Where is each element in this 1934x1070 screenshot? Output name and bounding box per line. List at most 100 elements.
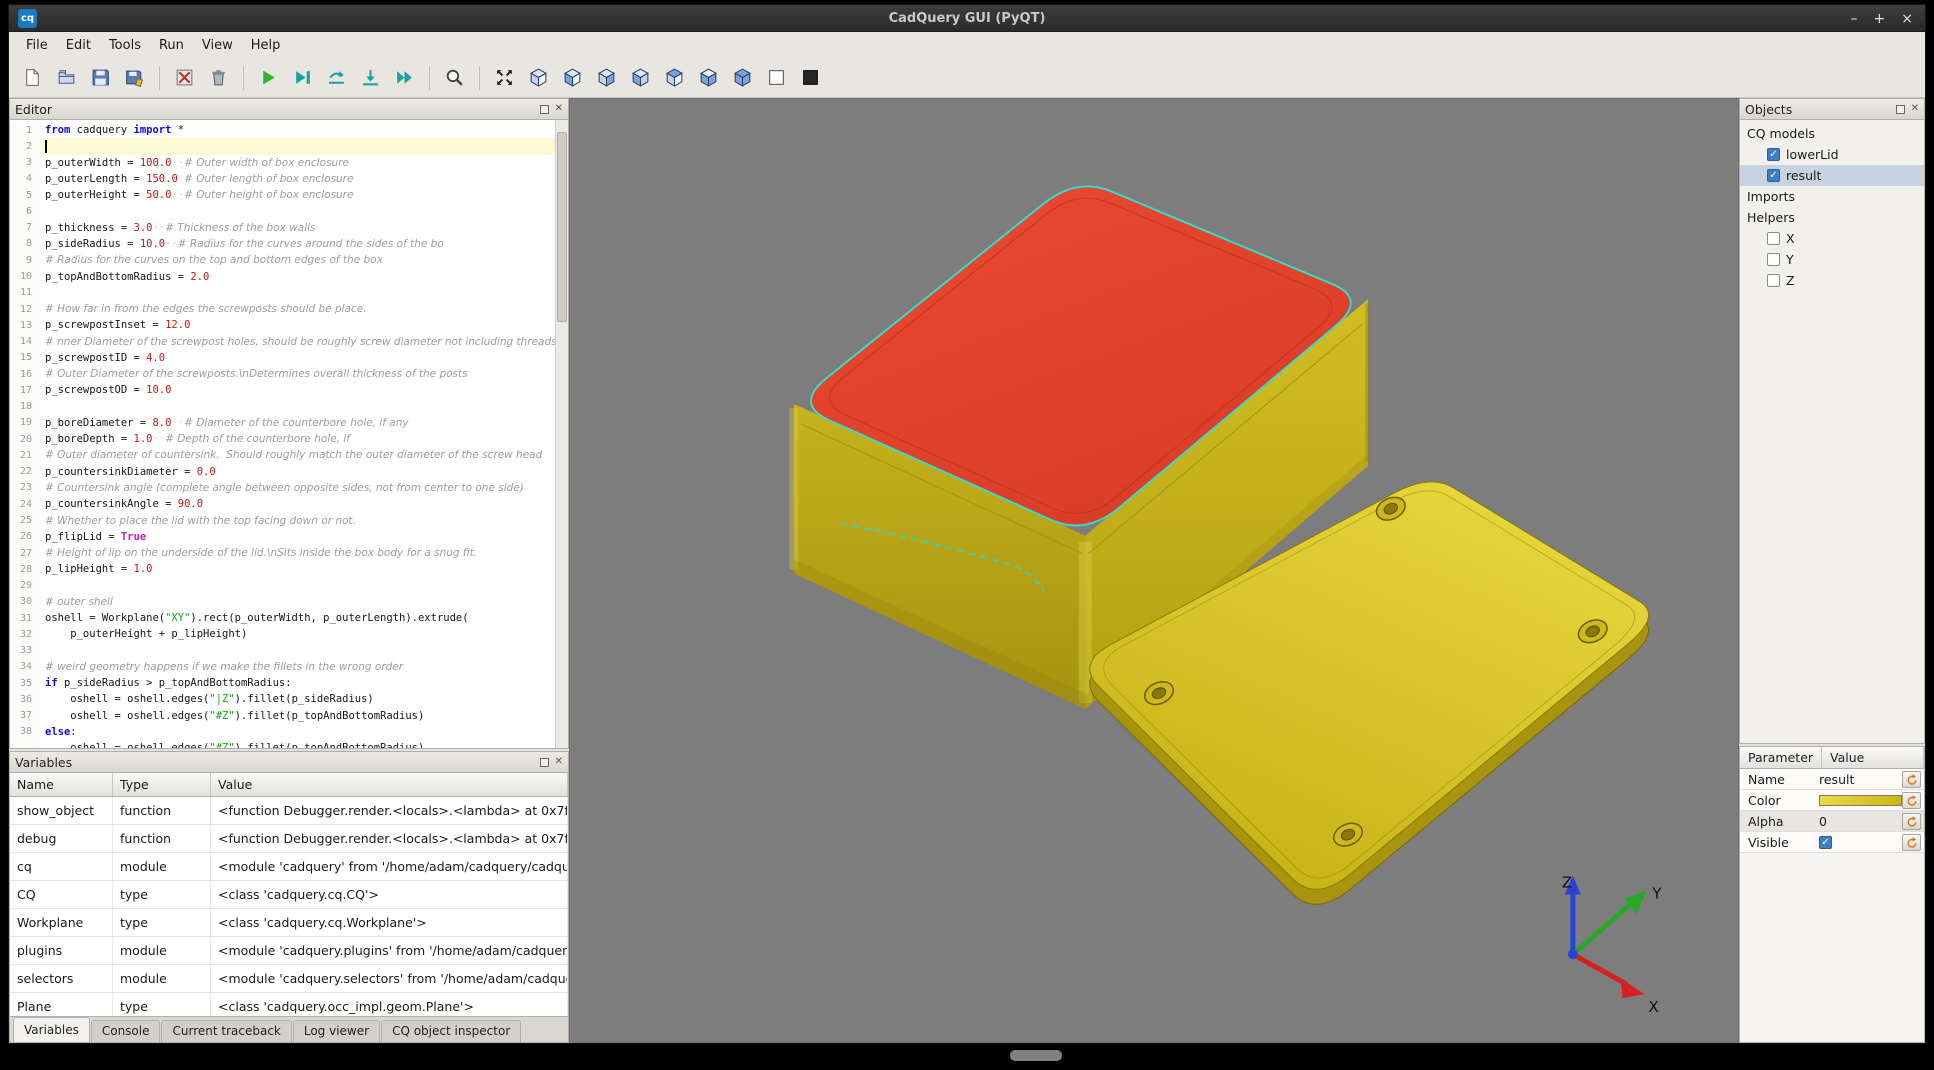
variable-row[interactable]: selectorsmodule<module 'cadquery.selecto… <box>10 965 568 993</box>
maximize-button[interactable]: + <box>1874 12 1886 26</box>
column-header-value[interactable]: Value <box>211 773 568 796</box>
code-line[interactable]: 30# outer shell <box>10 594 555 610</box>
editor-scrollbar[interactable] <box>555 120 568 748</box>
zoom-button[interactable] <box>439 63 470 93</box>
viewport-canvas[interactable]: Z Y X <box>570 99 1738 1042</box>
code-line[interactable]: 2 <box>10 138 555 154</box>
menu-item-tools[interactable]: Tools <box>100 34 150 57</box>
variable-row[interactable]: Workplanetype<class 'cadquery.cq.Workpla… <box>10 909 568 937</box>
code-line[interactable]: 1from cadquery import * <box>10 122 555 138</box>
menu-item-view[interactable]: View <box>193 34 242 57</box>
view-left-button[interactable] <box>625 63 656 93</box>
tree-item-imports[interactable]: Imports <box>1740 186 1924 207</box>
variable-row[interactable]: CQtype<class 'cadquery.cq.CQ'> <box>10 881 568 909</box>
code-line[interactable]: 3p_outerWidth = 100.0··# Outer width of … <box>10 155 555 171</box>
code-line[interactable]: 23# Countersink angle (complete angle be… <box>10 480 555 496</box>
code-line[interactable]: 20p_boreDepth = 1.0··# Depth of the coun… <box>10 431 555 447</box>
code-line[interactable]: 11 <box>10 285 555 301</box>
new-file-button[interactable] <box>17 63 48 93</box>
float-panel-icon[interactable] <box>1896 105 1905 114</box>
save-button[interactable] <box>85 63 116 93</box>
view-top-button[interactable] <box>659 63 690 93</box>
variable-row[interactable]: Planetype<class 'cadquery.occ_impl.geom.… <box>10 993 568 1016</box>
open-file-button[interactable] <box>51 63 82 93</box>
code-line[interactable]: oshell = oshell.edges("#Z").fillet(p_top… <box>10 740 555 748</box>
code-line[interactable]: 13p_screwpostInset = 12.0 <box>10 317 555 333</box>
visibility-checkbox[interactable] <box>1767 274 1780 287</box>
debug-button[interactable] <box>287 63 318 93</box>
code-line[interactable]: 28p_lipHeight = 1.0 <box>10 561 555 577</box>
code-line[interactable]: 25# Whether to place the lid with the to… <box>10 512 555 528</box>
reset-button[interactable] <box>1902 813 1921 830</box>
variable-row[interactable]: cqmodule<module 'cadquery' from '/home/a… <box>10 853 568 881</box>
view-iso-back-button[interactable] <box>727 63 758 93</box>
code-line[interactable]: 19p_boreDiameter = 8.0··# Diameter of th… <box>10 415 555 431</box>
view-right-button[interactable] <box>591 63 622 93</box>
code-line[interactable]: 24p_countersinkAngle = 90.0 <box>10 496 555 512</box>
menu-item-help[interactable]: Help <box>242 34 290 57</box>
float-panel-icon[interactable] <box>540 105 549 114</box>
code-line[interactable]: 16# Outer Diameter of the screwposts.\nD… <box>10 366 555 382</box>
menu-item-file[interactable]: File <box>17 34 57 57</box>
continue-button[interactable] <box>389 63 420 93</box>
code-editor[interactable]: 1from cadquery import *23p_outerWidth = … <box>10 120 568 748</box>
visibility-checkbox[interactable] <box>1767 232 1780 245</box>
tab-cq-object-inspector[interactable]: CQ object inspector <box>381 1020 521 1042</box>
step-into-button[interactable] <box>355 63 386 93</box>
tab-current-traceback[interactable]: Current traceback <box>161 1020 291 1042</box>
display-shaded-button[interactable] <box>795 63 826 93</box>
code-line[interactable]: 6 <box>10 203 555 219</box>
view-bottom-button[interactable] <box>693 63 724 93</box>
variable-row[interactable]: pluginsmodule<module 'cadquery.plugins' … <box>10 937 568 965</box>
fit-all-button[interactable] <box>489 63 520 93</box>
tab-variables[interactable]: Variables <box>13 1017 90 1042</box>
code-line[interactable]: 32 p_outerHeight + p_lipHeight) <box>10 626 555 642</box>
code-line[interactable]: 4p_outerLength = 150.0·# Outer length of… <box>10 171 555 187</box>
render-button[interactable] <box>253 63 284 93</box>
scrollbar-thumb[interactable] <box>557 132 567 322</box>
visibility-checkbox[interactable] <box>1767 148 1780 161</box>
code-line[interactable]: 31oshell = Workplane("XY").rect(p_outerW… <box>10 610 555 626</box>
code-line[interactable]: 18 <box>10 399 555 415</box>
code-line[interactable]: 14# nner Diameter of the screwpost holes… <box>10 333 555 349</box>
close-button[interactable]: × <box>1901 12 1913 26</box>
tree-item-z[interactable]: Z <box>1740 270 1924 291</box>
code-line[interactable]: 17p_screwpostOD = 10.0 <box>10 382 555 398</box>
column-header-name[interactable]: Name <box>10 773 113 796</box>
close-panel-icon[interactable]: ✕ <box>1911 104 1919 114</box>
menu-item-run[interactable]: Run <box>150 34 193 57</box>
code-line[interactable]: 26p_flipLid = True <box>10 529 555 545</box>
code-line[interactable]: 33 <box>10 643 555 659</box>
reset-button[interactable] <box>1902 792 1921 809</box>
menu-item-edit[interactable]: Edit <box>57 34 100 57</box>
color-swatch[interactable] <box>1819 795 1902 806</box>
minimize-button[interactable]: – <box>1851 12 1858 26</box>
delete-button[interactable] <box>203 63 234 93</box>
tab-console[interactable]: Console <box>91 1020 161 1042</box>
code-line[interactable]: 9# Radius for the curves on the top and … <box>10 252 555 268</box>
tree-item-helpers[interactable]: Helpers <box>1740 207 1924 228</box>
clear-button[interactable] <box>169 63 200 93</box>
view-front-button[interactable] <box>557 63 588 93</box>
reset-button[interactable] <box>1902 834 1921 851</box>
code-line[interactable]: 5p_outerHeight = 50.0··# Outer height of… <box>10 187 555 203</box>
tree-item-cq-models[interactable]: CQ models <box>1740 123 1924 144</box>
code-line[interactable]: 12# How far in from the edges the screwp… <box>10 301 555 317</box>
visibility-checkbox[interactable] <box>1767 169 1780 182</box>
float-panel-icon[interactable] <box>540 758 549 767</box>
display-wireframe-button[interactable] <box>761 63 792 93</box>
close-panel-icon[interactable]: ✕ <box>555 757 563 767</box>
code-line[interactable]: 22p_countersinkDiameter = 0.0 <box>10 464 555 480</box>
code-line[interactable]: 27# Height of lip on the underside of th… <box>10 545 555 561</box>
column-header-parameter[interactable]: Parameter <box>1740 747 1822 769</box>
code-line[interactable]: 21# Outer diameter of countersink. Shoul… <box>10 447 555 463</box>
tree-item-y[interactable]: Y <box>1740 249 1924 270</box>
tree-item-result[interactable]: result <box>1740 165 1924 186</box>
column-header-type[interactable]: Type <box>113 773 211 796</box>
code-line[interactable]: 35if p_sideRadius > p_topAndBottomRadius… <box>10 675 555 691</box>
visibility-checkbox[interactable] <box>1767 253 1780 266</box>
code-line[interactable]: 36 oshell = oshell.edges("|Z").fillet(p_… <box>10 691 555 707</box>
tab-log-viewer[interactable]: Log viewer <box>293 1020 380 1042</box>
column-header-value[interactable]: Value <box>1822 747 1924 769</box>
code-line[interactable]: 34# weird geometry happens if we make th… <box>10 659 555 675</box>
